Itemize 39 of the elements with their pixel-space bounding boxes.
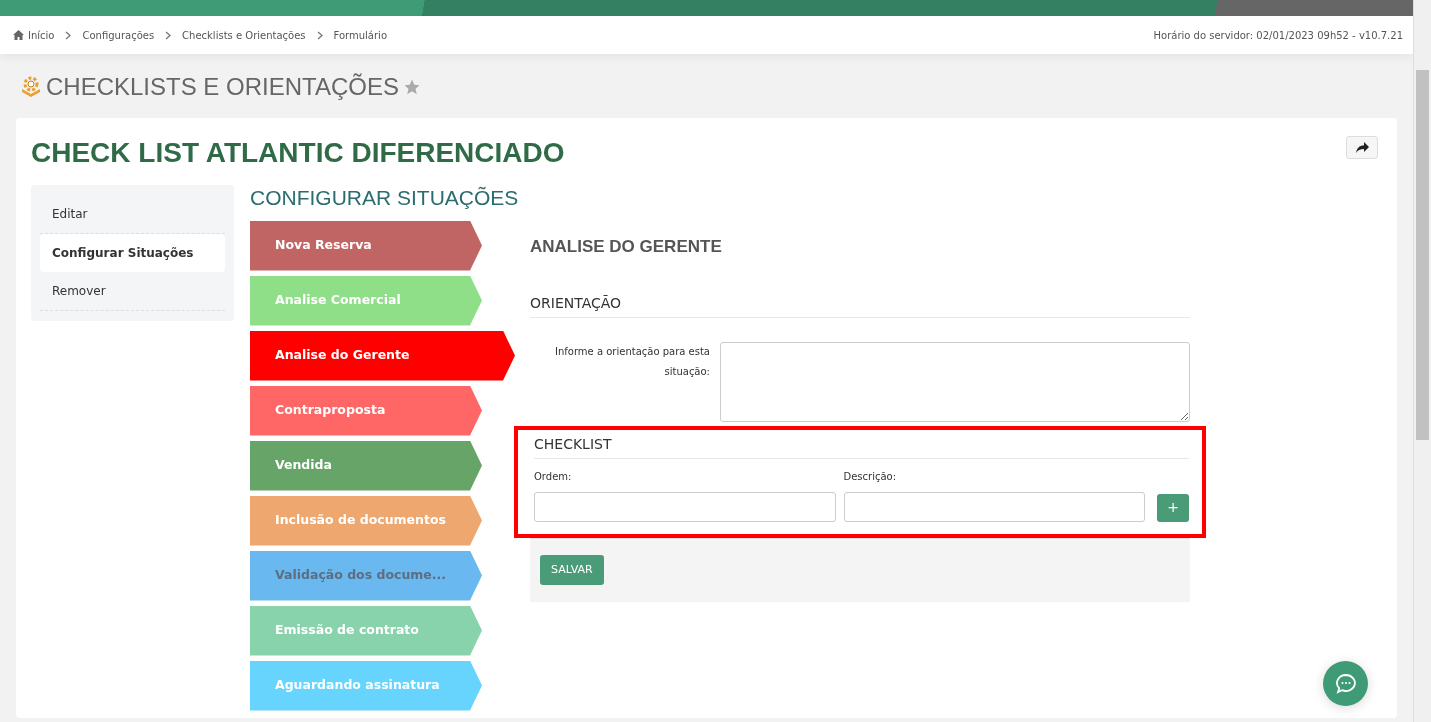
share-button[interactable] xyxy=(1346,135,1378,159)
stage-tab[interactable]: Vendida xyxy=(250,440,482,491)
stage-tab[interactable]: Validação dos docume... xyxy=(250,550,482,601)
chevron-icon xyxy=(165,30,172,40)
chevron-icon xyxy=(65,30,72,40)
field-label: Informe a orientação para esta situação: xyxy=(554,344,711,379)
breadcrumb-link[interactable]: Início xyxy=(28,27,55,43)
share-arrow-icon xyxy=(1355,141,1369,153)
section-heading: ORIENTAÇÃO xyxy=(530,294,1190,318)
orientation-textarea[interactable] xyxy=(720,341,1190,422)
order-input[interactable] xyxy=(534,491,836,522)
stage-tab[interactable]: Aguardando assinatura xyxy=(250,660,482,711)
breadcrumb-link[interactable]: Configurações xyxy=(82,27,155,43)
record-title: CHECK LIST ATLANTIC DIFERENCIADO xyxy=(31,135,565,170)
chevron-icon xyxy=(316,30,323,40)
page-title: CHECKLISTS E ORIENTAÇÕES xyxy=(46,73,399,102)
field-label: Descrição: xyxy=(843,469,898,484)
save-button[interactable]: SALVAR xyxy=(540,554,604,586)
home-icon xyxy=(13,30,24,40)
menu-item[interactable]: Remover xyxy=(40,272,225,312)
star-icon[interactable] xyxy=(402,78,421,97)
stage-tab[interactable]: Emissão de contrato xyxy=(250,605,482,656)
menu-item[interactable]: Configurar Situações xyxy=(40,234,225,273)
server-info: Horário do servidor: 02/01/2023 09h52 - v10.7.21 xyxy=(1153,28,1403,43)
chat-bubble-icon xyxy=(1334,672,1357,695)
section-title: CONFIGURAR SITUAÇÕES xyxy=(250,185,520,211)
stage-tab[interactable]: Contraproposta xyxy=(250,385,482,436)
description-input[interactable] xyxy=(843,491,1145,522)
breadcrumb-link[interactable]: Checklists e Orientações xyxy=(182,27,306,43)
stage-title: ANALISE DO GERENTE xyxy=(530,236,723,257)
stage-tab[interactable]: Analise do Gerente xyxy=(250,330,515,381)
field-label: Ordem: xyxy=(534,469,573,484)
breadcrumb-text: Formulário xyxy=(333,28,387,43)
gear-box-icon xyxy=(20,76,42,99)
stage-tab[interactable]: Inclusão de documentos xyxy=(250,495,482,546)
section-heading: CHECKLIST xyxy=(534,435,1189,459)
scrollbar[interactable] xyxy=(1413,0,1431,722)
stage-tab[interactable]: Nova Reserva xyxy=(250,220,482,271)
add-button[interactable]: + xyxy=(1157,493,1189,522)
